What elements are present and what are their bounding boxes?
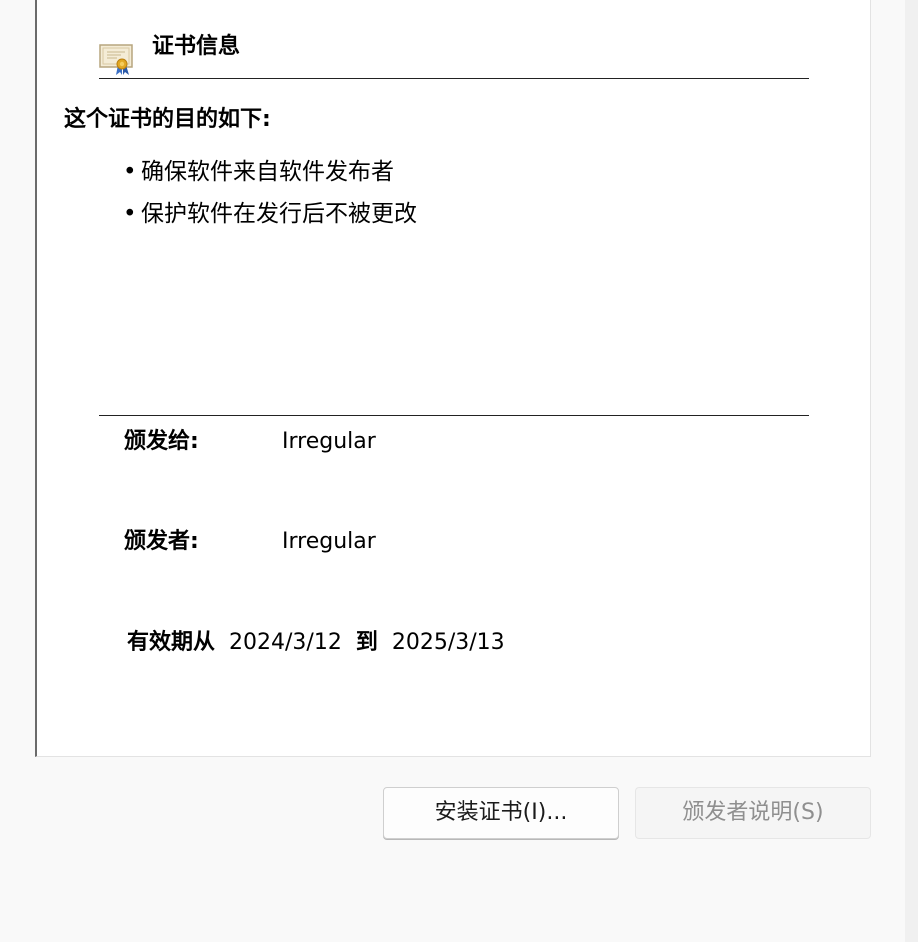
- bullet: •: [123, 159, 137, 185]
- window-edge: [905, 0, 918, 942]
- title-divider: [99, 78, 809, 79]
- purpose-item-text: 保护软件在发行后不被更改: [141, 201, 417, 227]
- issued-to-value[interactable]: Irregular: [282, 426, 376, 458]
- issuer-statement-button[interactable]: 颁发者说明(S): [635, 787, 871, 839]
- list-item: • 确保软件来自软件发布者: [123, 151, 417, 193]
- valid-to-label: 到: [355, 630, 378, 655]
- valid-from-value: 2024/3/12: [229, 630, 342, 655]
- issued-by-label: 颁发者:: [124, 529, 199, 554]
- bullet: •: [123, 201, 137, 227]
- page-title: 证书信息: [152, 34, 241, 59]
- certificate-icon: [99, 42, 135, 76]
- valid-from-label: 有效期从: [127, 630, 216, 655]
- install-certificate-button[interactable]: 安装证书(I)...: [383, 787, 619, 839]
- validity-period: 有效期从 2024/3/12 到 2025/3/13: [127, 627, 519, 659]
- purpose-list: • 确保软件来自软件发布者 • 保护软件在发行后不被更改: [123, 151, 417, 235]
- issued-to-label: 颁发给:: [124, 429, 199, 454]
- certificate-info-panel: 证书信息 这个证书的目的如下: • 确保软件来自软件发布者 • 保护软件在发行后不被…: [35, 0, 871, 757]
- valid-to-value: 2025/3/13: [391, 630, 505, 655]
- purpose-item-text: 确保软件来自软件发布者: [141, 159, 394, 185]
- list-item: • 保护软件在发行后不被更改: [123, 193, 417, 235]
- details-divider: [99, 415, 809, 416]
- purpose-heading: 这个证书的目的如下:: [64, 107, 271, 132]
- issued-by-value[interactable]: Irregular: [282, 526, 376, 558]
